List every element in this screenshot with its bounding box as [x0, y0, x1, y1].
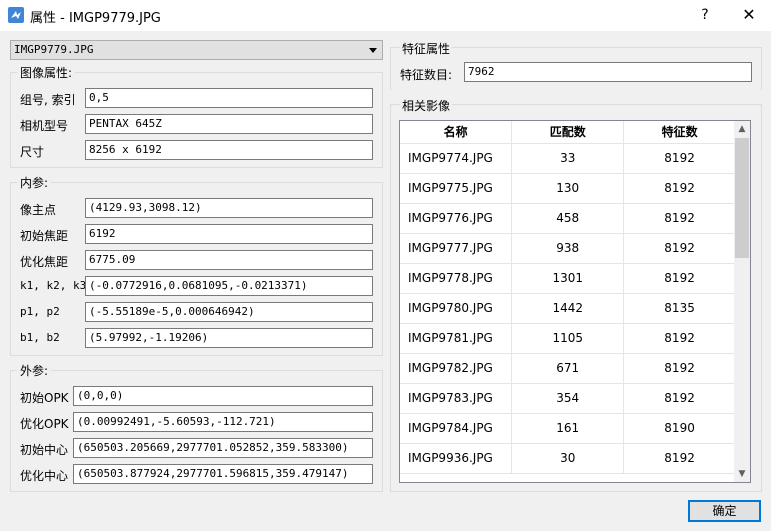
- initial-focal-label: 初始焦距: [20, 229, 69, 243]
- cell-name: IMGP9778.JPG: [400, 263, 513, 294]
- table-row[interactable]: IMGP9780.JPG 1442 8135: [400, 293, 736, 324]
- cell-name: IMGP9777.JPG: [400, 233, 513, 264]
- cell-name: IMGP9780.JPG: [400, 293, 513, 324]
- optimized-opk-field[interactable]: (0.00992491,-5.60593,-112.721): [73, 412, 373, 432]
- optimized-focal-label: 优化焦距: [20, 255, 69, 269]
- cell-features: 8192: [623, 143, 736, 174]
- extrinsics-title: 外参:: [17, 362, 52, 379]
- table-row[interactable]: IMGP9784.JPG 161 8190: [400, 413, 736, 444]
- principal-point-label: 像主点: [20, 203, 57, 217]
- feature-count-field[interactable]: 7962: [464, 62, 752, 82]
- optimized-center-label: 优化中心: [20, 469, 69, 483]
- scroll-thumb[interactable]: [735, 138, 749, 258]
- camera-model-field[interactable]: PENTAX 645Z: [85, 114, 373, 134]
- table-row[interactable]: IMGP9778.JPG 1301 8192: [400, 263, 736, 294]
- optimized-opk-label: 优化OPK: [20, 417, 69, 431]
- affinity-field[interactable]: (5.97992,-1.19206): [85, 328, 373, 348]
- cell-name: IMGP9782.JPG: [400, 353, 513, 384]
- initial-opk-field[interactable]: (0,0,0): [73, 386, 373, 406]
- principal-point-field[interactable]: (4129.93,3098.12): [85, 198, 373, 218]
- tangential-distortion-field[interactable]: (-5.55189e-5,0.000646942): [85, 302, 373, 322]
- cell-features: 8192: [623, 383, 736, 414]
- cell-features: 8192: [623, 173, 736, 204]
- initial-opk-label: 初始OPK: [20, 391, 69, 405]
- table-row[interactable]: IMGP9782.JPG 671 8192: [400, 353, 736, 384]
- radial-distortion-field[interactable]: (-0.0772916,0.0681095,-0.0213371): [85, 276, 373, 296]
- cell-matches: 354: [511, 383, 625, 414]
- cell-name: IMGP9784.JPG: [400, 413, 513, 444]
- related-images-title: 相关影像: [400, 97, 453, 114]
- help-button[interactable]: ?: [693, 4, 717, 26]
- camera-model-label: 相机型号: [20, 119, 69, 133]
- app-icon: [8, 7, 24, 23]
- cell-matches: 1442: [511, 293, 625, 324]
- table-row[interactable]: IMGP9776.JPG 458 8192: [400, 203, 736, 234]
- scroll-down-icon[interactable]: ▼: [734, 466, 750, 482]
- cell-name: IMGP9775.JPG: [400, 173, 513, 204]
- close-icon[interactable]: ✕: [736, 4, 762, 26]
- radial-distortion-label: k1, k2, k3: [20, 279, 87, 292]
- cell-features: 8192: [623, 263, 736, 294]
- initial-center-label: 初始中心: [20, 443, 69, 457]
- initial-center-field[interactable]: (650503.205669,2977701.052852,359.583300…: [73, 438, 373, 458]
- feature-props-title: 特征属性: [400, 40, 453, 57]
- affinity-label: b1, b2: [20, 331, 60, 344]
- group-index-field[interactable]: 0,5: [85, 88, 373, 108]
- cell-name: IMGP9936.JPG: [400, 443, 513, 474]
- cell-name: IMGP9783.JPG: [400, 383, 513, 414]
- group-index-label: 组号, 索引: [20, 93, 76, 107]
- title-bar: 属性 - IMGP9779.JPG ? ✕: [0, 0, 771, 31]
- table-row[interactable]: IMGP9774.JPG 33 8192: [400, 143, 736, 174]
- column-header-matches[interactable]: 匹配数: [511, 121, 625, 144]
- cell-features: 8190: [623, 413, 736, 444]
- ok-button[interactable]: 确定: [688, 500, 761, 522]
- size-label: 尺寸: [20, 145, 45, 159]
- related-images-table[interactable]: 名称 匹配数 特征数 IMGP9774.JPG 33 8192 IMGP9775.JP…: [399, 120, 751, 483]
- image-select[interactable]: IMGP9779.JPG: [10, 40, 383, 60]
- table-row[interactable]: IMGP9775.JPG 130 8192: [400, 173, 736, 204]
- image-props-title: 图像属性:: [17, 64, 76, 81]
- cell-matches: 161: [511, 413, 625, 444]
- optimized-center-field[interactable]: (650503.877924,2977701.596815,359.479147…: [73, 464, 373, 484]
- table-row[interactable]: IMGP9777.JPG 938 8192: [400, 233, 736, 264]
- column-header-name[interactable]: 名称: [400, 121, 513, 144]
- initial-focal-field[interactable]: 6192: [85, 224, 373, 244]
- optimized-focal-field[interactable]: 6775.09: [85, 250, 373, 270]
- cell-features: 8135: [623, 293, 736, 324]
- table-row[interactable]: IMGP9783.JPG 354 8192: [400, 383, 736, 414]
- cell-matches: 1105: [511, 323, 625, 354]
- scroll-up-icon[interactable]: ▲: [734, 121, 750, 137]
- tangential-distortion-label: p1, p2: [20, 305, 60, 318]
- table-row[interactable]: IMGP9781.JPG 1105 8192: [400, 323, 736, 354]
- cell-features: 8192: [623, 233, 736, 264]
- cell-matches: 1301: [511, 263, 625, 294]
- column-header-features[interactable]: 特征数: [623, 121, 736, 144]
- cell-name: IMGP9781.JPG: [400, 323, 513, 354]
- cell-matches: 938: [511, 233, 625, 264]
- chevron-down-icon[interactable]: [369, 48, 377, 53]
- cell-features: 8192: [623, 203, 736, 234]
- cell-matches: 458: [511, 203, 625, 234]
- intrinsics-title: 内参:: [17, 174, 52, 191]
- cell-features: 8192: [623, 353, 736, 384]
- table-row[interactable]: IMGP9936.JPG 30 8192: [400, 443, 736, 474]
- size-field[interactable]: 8256 x 6192: [85, 140, 373, 160]
- cell-matches: 671: [511, 353, 625, 384]
- cell-name: IMGP9774.JPG: [400, 143, 513, 174]
- cell-matches: 33: [511, 143, 625, 174]
- image-select-value: IMGP9779.JPG: [14, 43, 94, 56]
- feature-count-label: 特征数目:: [400, 68, 453, 82]
- vertical-scrollbar[interactable]: ▲ ▼: [734, 121, 750, 482]
- cell-matches: 30: [511, 443, 625, 474]
- window-title: 属性 - IMGP9779.JPG: [30, 11, 161, 26]
- cell-name: IMGP9776.JPG: [400, 203, 513, 234]
- cell-features: 8192: [623, 323, 736, 354]
- cell-features: 8192: [623, 443, 736, 474]
- cell-matches: 130: [511, 173, 625, 204]
